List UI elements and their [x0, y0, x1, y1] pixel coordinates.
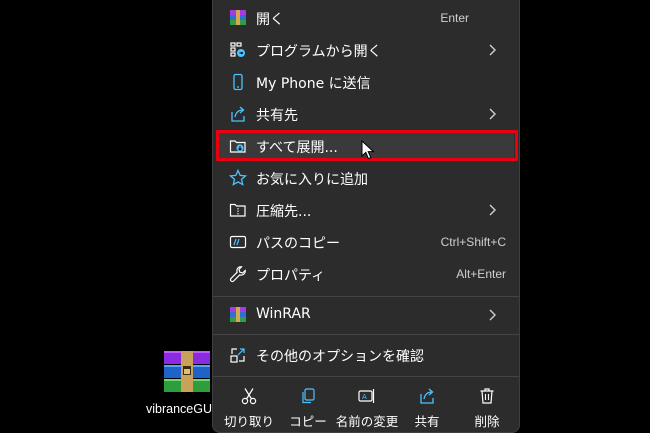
- winrar-archive-icon: [164, 351, 210, 392]
- share-icon: [231, 106, 245, 122]
- menu-separator: [213, 296, 519, 297]
- menu-item-compress-to[interactable]: 圧縮先...: [219, 195, 514, 225]
- wrench-icon: [229, 266, 246, 283]
- chevron-right-icon: [489, 204, 496, 216]
- copy-icon: [302, 388, 315, 404]
- more-options-icon: [230, 348, 245, 363]
- mouse-pointer-icon: [361, 140, 375, 160]
- share-icon: [420, 388, 434, 404]
- menu-item-properties[interactable]: プロパティ Alt+Enter: [219, 259, 514, 289]
- chevron-right-icon: [489, 108, 496, 120]
- menu-item-label: 共有先: [256, 108, 298, 124]
- menu-item-send-to-phone[interactable]: My Phone に送信: [219, 67, 514, 97]
- menu-item-add-favorite[interactable]: お気に入りに追加: [219, 163, 514, 193]
- menu-item-winrar[interactable]: WinRAR: [219, 300, 514, 330]
- trash-icon: [480, 388, 494, 404]
- svg-text:A: A: [362, 393, 367, 401]
- menu-item-label: 開く: [256, 12, 284, 28]
- menu-item-label: プロパティ: [256, 268, 326, 284]
- menu-item-label: 圧縮先...: [256, 204, 312, 220]
- menu-separator: [213, 376, 519, 377]
- menu-item-label: お気に入りに追加: [256, 172, 368, 188]
- phone-icon: [233, 73, 243, 91]
- context-menu-action-bar: 切り取り コピー A 名前の変更 共有 削除: [213, 380, 519, 433]
- menu-item-label: パスのコピー: [256, 236, 340, 252]
- menu-item-open[interactable]: 開く Enter: [219, 3, 514, 33]
- shortcut-text: Alt+Enter: [456, 267, 506, 281]
- context-menu: 開く Enter プログラムから開く My Phone に送信 共有先 すべて展…: [212, 0, 520, 433]
- star-icon: [229, 169, 247, 186]
- copy-path-icon: [229, 235, 247, 249]
- menu-item-label: WinRAR: [256, 306, 311, 322]
- scissors-icon: [241, 388, 257, 405]
- menu-item-show-more-options[interactable]: その他のオプションを確認: [219, 340, 514, 370]
- winrar-icon: [230, 10, 246, 25]
- compress-icon: [229, 203, 246, 217]
- menu-separator: [213, 334, 519, 335]
- open-with-icon: [230, 42, 245, 57]
- menu-item-label: その他のオプションを確認: [256, 349, 424, 365]
- chevron-right-icon: [489, 44, 496, 56]
- menu-item-label: プログラムから開く: [256, 44, 382, 60]
- rename-icon: A: [358, 389, 375, 403]
- winrar-icon: [230, 307, 246, 322]
- delete-label: 削除: [474, 414, 500, 429]
- menu-item-label: My Phone に送信: [256, 76, 371, 92]
- menu-item-copy-path[interactable]: パスのコピー Ctrl+Shift+C: [219, 227, 514, 257]
- shortcut-text: Ctrl+Shift+C: [440, 235, 506, 249]
- menu-item-share-to[interactable]: 共有先: [219, 99, 514, 129]
- menu-item-open-with[interactable]: プログラムから開く: [219, 35, 514, 65]
- delete-button[interactable]: 削除: [457, 380, 517, 433]
- shortcut-text: Enter: [440, 11, 469, 25]
- chevron-right-icon: [489, 309, 496, 321]
